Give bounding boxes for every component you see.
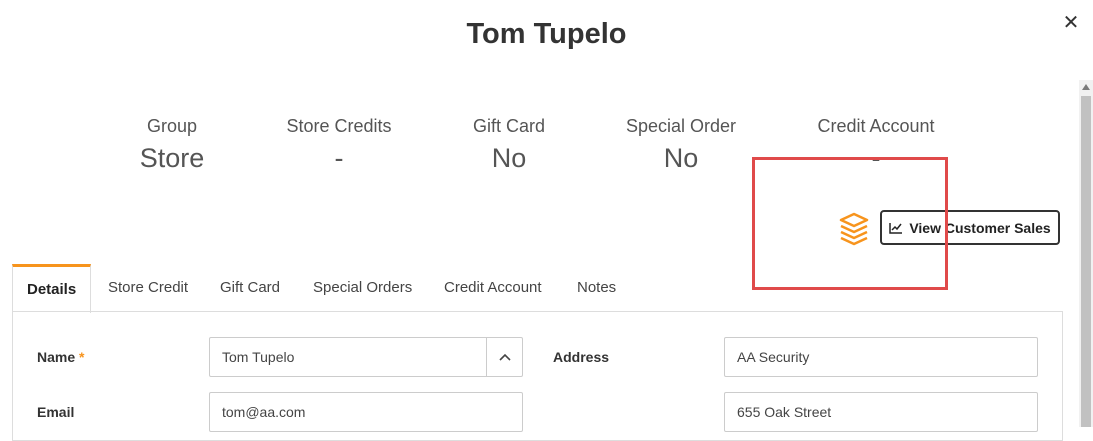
address-line1-value: AA Security (737, 349, 810, 365)
stat-credit-account: Credit Account - (806, 116, 946, 174)
email-field[interactable]: tom@aa.com (209, 392, 523, 432)
scrollbar[interactable] (1079, 80, 1093, 427)
close-button[interactable]: ✕ (1058, 9, 1084, 35)
required-marker: * (79, 349, 85, 365)
tab-gift-card[interactable]: Gift Card (220, 264, 280, 312)
stat-label: Credit Account (817, 116, 935, 136)
chevron-up-icon (499, 353, 511, 361)
stat-value: Store (139, 143, 205, 173)
scroll-thumb[interactable] (1081, 96, 1091, 427)
name-value: Tom Tupelo (222, 349, 295, 365)
modal-title: Tom Tupelo (466, 18, 627, 50)
line-chart-icon (889, 222, 903, 234)
address-line2-value: 655 Oak Street (737, 404, 832, 420)
name-field[interactable]: Tom Tupelo (209, 337, 523, 377)
name-label-text: Name (37, 349, 76, 365)
address-line2-field[interactable]: 655 Oak Street (724, 392, 1038, 432)
stat-special-order: Special Order No (616, 116, 746, 174)
stat-gift-card: Gift Card No (464, 116, 554, 174)
stat-store-credits: Store Credits - (279, 116, 399, 174)
stat-label: Gift Card (472, 116, 546, 136)
stat-group: Group Store (132, 116, 212, 174)
tab-special-orders[interactable]: Special Orders (313, 264, 412, 312)
address-label: Address (553, 349, 610, 365)
scroll-up-arrow-icon[interactable] (1082, 84, 1090, 90)
stat-label: Special Order (625, 116, 737, 136)
close-icon: ✕ (1062, 11, 1080, 34)
name-label: Name * (37, 349, 84, 365)
stat-value: - (871, 143, 881, 173)
tab-notes[interactable]: Notes (577, 264, 616, 312)
name-collapse-toggle[interactable] (486, 337, 523, 377)
view-customer-sales-button[interactable]: View Customer Sales (880, 210, 1060, 245)
stat-label: Group (146, 116, 198, 136)
stat-value: No (491, 143, 527, 173)
tab-credit-account[interactable]: Credit Account (444, 264, 542, 312)
layered-stack-icon[interactable] (838, 212, 870, 246)
view-customer-sales-label: View Customer Sales (909, 219, 1051, 236)
tab-store-credit[interactable]: Store Credit (108, 264, 188, 312)
email-label: Email (37, 404, 75, 420)
stat-value: No (663, 143, 699, 173)
address-line1-field[interactable]: AA Security (724, 337, 1038, 377)
email-value: tom@aa.com (222, 404, 306, 420)
stat-value: - (334, 143, 344, 173)
tab-details[interactable]: Details (12, 264, 92, 313)
stat-label: Store Credits (286, 116, 392, 136)
